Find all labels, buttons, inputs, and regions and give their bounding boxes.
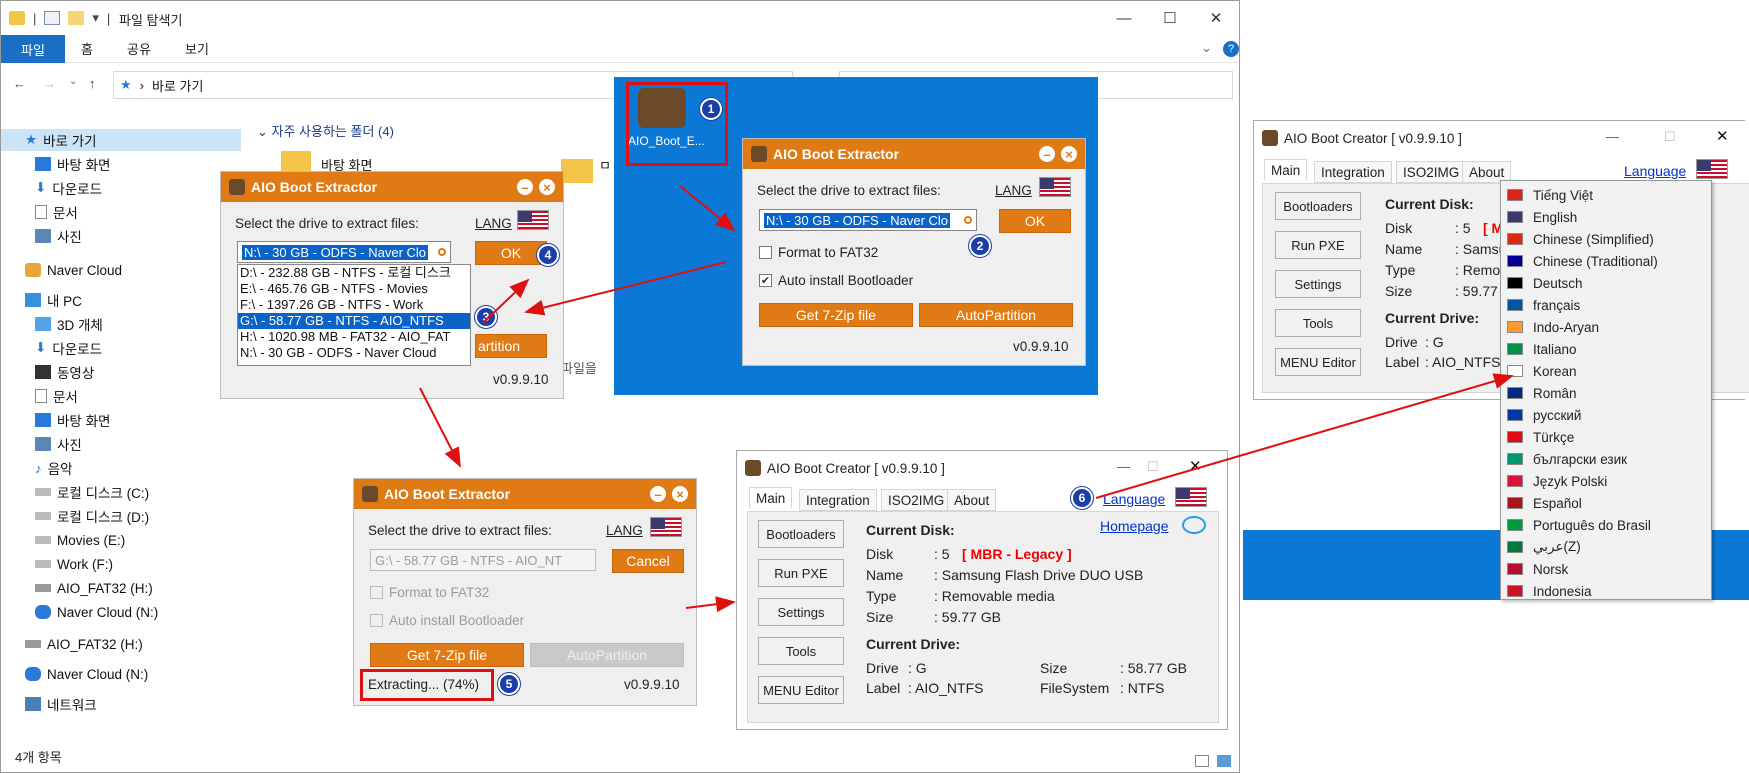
arrow-1-to-extractor	[679, 185, 736, 232]
annotation-arrows	[419, 185, 1514, 613]
arrow-6-to-language-menu	[1095, 373, 1514, 499]
arrow-3-to-ok	[483, 278, 530, 323]
arrow-5-to-creator	[685, 596, 736, 613]
arrow-4-to-extracting	[419, 387, 461, 468]
arrow-2-to-dropdown	[524, 261, 727, 316]
